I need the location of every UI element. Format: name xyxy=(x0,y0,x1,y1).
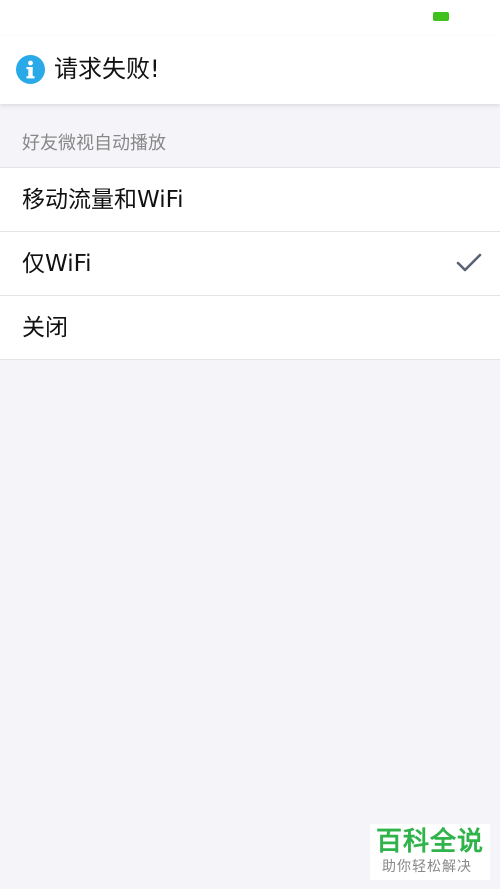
toast-message: 请求失败! xyxy=(54,55,160,83)
watermark-title: 百科全说 xyxy=(376,827,485,857)
status-bar xyxy=(0,0,500,36)
watermark-subtitle: 助你轻松解决 xyxy=(382,859,472,875)
option-wifi-only[interactable]: 仅WiFi xyxy=(0,232,500,296)
checkmark-icon xyxy=(456,253,482,272)
section-header-label: 好友微视自动播放 xyxy=(22,133,166,154)
option-label: 仅WiFi xyxy=(22,251,92,277)
autoplay-option-list: 移动流量和WiFi 仅WiFi 关闭 xyxy=(0,168,500,360)
option-label: 移动流量和WiFi xyxy=(22,187,184,213)
watermark-logo: 百科全说 助你轻松解决 xyxy=(370,824,490,880)
option-off[interactable]: 关闭 xyxy=(0,296,500,360)
battery-icon xyxy=(433,12,449,21)
option-label: 关闭 xyxy=(22,315,68,341)
error-toast: 请求失败! xyxy=(0,36,500,104)
info-icon xyxy=(16,55,45,84)
section-header: 好友微视自动播放 xyxy=(0,104,500,168)
option-mobile-data-and-wifi[interactable]: 移动流量和WiFi xyxy=(0,168,500,232)
